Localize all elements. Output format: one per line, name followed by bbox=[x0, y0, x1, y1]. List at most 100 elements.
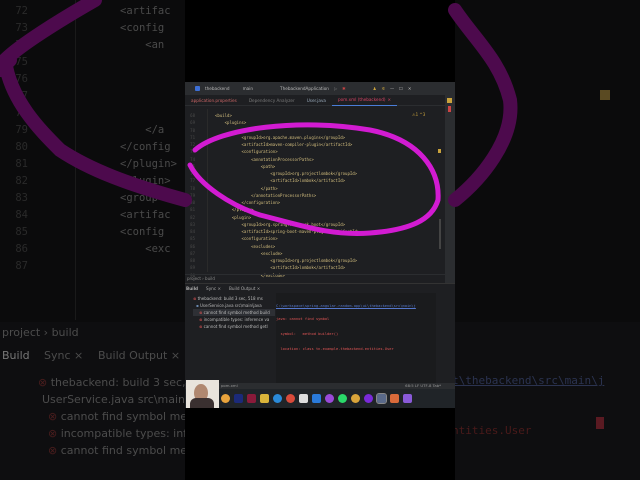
tab-dependency-analyzer[interactable]: Dependency Analyzer bbox=[243, 95, 301, 106]
code-line: 83 <groupId>org.springframework.boot</gr… bbox=[185, 221, 360, 228]
line-number: 82 bbox=[190, 214, 195, 220]
code-text: <groupId>org.projectlombok</groupId> bbox=[215, 171, 358, 176]
build-tree: ⊗ thebackend: build 3 sec, 518 ms ▪ UserS… bbox=[193, 295, 275, 330]
code-text: <groupId>org.apache.maven.plugins</group… bbox=[215, 134, 346, 140]
code-text: </configuration> bbox=[215, 200, 281, 205]
code-text: <configuration> bbox=[215, 236, 278, 242]
taskbar bbox=[185, 389, 455, 408]
branch-selector[interactable]: main bbox=[243, 86, 253, 91]
line-number: 81 bbox=[15, 158, 28, 170]
build-tree-label: incompatible types: inference va bbox=[203, 317, 270, 322]
maven-icon[interactable] bbox=[448, 106, 451, 112]
spotify-icon[interactable] bbox=[338, 394, 347, 403]
intellij-icon[interactable] bbox=[376, 393, 387, 404]
app-icon[interactable] bbox=[403, 394, 412, 403]
app-icon[interactable] bbox=[299, 394, 308, 403]
project-selector[interactable]: thebackend bbox=[205, 86, 230, 91]
code-line: 85 <configuration> bbox=[185, 235, 360, 242]
chrome-icon[interactable] bbox=[221, 394, 230, 403]
code-text: <groupId>org.springframework.boot</group… bbox=[215, 221, 346, 227]
run-icon[interactable]: ▷ bbox=[334, 86, 337, 91]
line-number: 83 bbox=[190, 221, 195, 227]
build-tree-item[interactable]: ⊗ cannot find symbol method getI bbox=[193, 323, 275, 330]
console-line: symbol: method builder() bbox=[276, 332, 339, 336]
settings-icon[interactable]: ✲ bbox=[381, 86, 385, 91]
code-line: 71 <groupId>org.apache.maven.plugins</gr… bbox=[185, 134, 360, 141]
app-icon[interactable] bbox=[390, 394, 399, 403]
title-bar: thebackend main ThebackendApplication ▷ … bbox=[185, 82, 455, 95]
tab-pom-xml[interactable]: pom.xml (thebackend) × bbox=[332, 95, 398, 106]
build-tree-item[interactable]: ▪ UserService.java src\main\java bbox=[193, 302, 275, 309]
close-tab-icon[interactable]: × bbox=[388, 97, 392, 102]
tab-build-output[interactable]: Build Output × bbox=[229, 286, 260, 291]
line-number: 87 bbox=[190, 250, 195, 256]
tab-label: pom.xml (thebackend) bbox=[338, 97, 386, 102]
vscode-icon[interactable] bbox=[312, 394, 321, 403]
code-line: 78 </path> bbox=[185, 185, 360, 192]
code-line: 70 bbox=[185, 127, 360, 134]
code-text: <config bbox=[120, 22, 165, 34]
code-line: 69 <plugins> bbox=[185, 119, 360, 126]
background-tab-build-output: Build Output × bbox=[98, 349, 181, 362]
source-path-link[interactable]: C:\workspace\spring-angular-random-app\u… bbox=[276, 304, 436, 308]
notification-icon[interactable] bbox=[447, 98, 452, 103]
build-tree-label: thebackend: build 3 sec, 518 ms bbox=[197, 296, 263, 301]
code-text: <plugin> bbox=[215, 214, 252, 220]
maximize-button[interactable]: ☐ bbox=[399, 86, 403, 91]
line-number: 76 bbox=[190, 171, 195, 176]
users-icon[interactable]: ♟ bbox=[373, 86, 377, 91]
code-text: </plugin> bbox=[120, 158, 177, 170]
chrome-icon[interactable] bbox=[286, 394, 295, 403]
background-tab-sync: Sync × bbox=[44, 349, 84, 362]
line-number: 73 bbox=[190, 149, 195, 155]
app-icon[interactable] bbox=[364, 394, 373, 403]
code-line: 76 <groupId>org.projectlombok</groupId> bbox=[185, 170, 360, 177]
build-tree-item[interactable]: ⊗ incompatible types: inference va bbox=[193, 316, 275, 323]
inspection-widget[interactable]: ⚠1 ^3 bbox=[412, 112, 425, 117]
tab-build[interactable]: Build bbox=[186, 286, 198, 291]
line-number: 77 bbox=[15, 90, 28, 102]
close-button[interactable]: ✕ bbox=[408, 86, 412, 91]
code-text: <artifactId>maven-compiler-plugin</artif… bbox=[215, 142, 353, 147]
letterbox-top bbox=[185, 0, 455, 82]
console-line: java: cannot find symbol bbox=[276, 317, 330, 321]
line-number: 82 bbox=[15, 175, 28, 187]
code-text: <artifactId>spring-boot-maven-plugin</ar… bbox=[215, 229, 360, 234]
line-number: 83 bbox=[15, 192, 28, 204]
breadcrumb[interactable]: project › build bbox=[185, 274, 445, 282]
background-breadcrumb: project › build bbox=[2, 326, 79, 339]
run-config-selector[interactable]: ThebackendApplication bbox=[280, 86, 329, 91]
scroll-marker bbox=[438, 149, 441, 153]
tab-sync[interactable]: Sync × bbox=[206, 286, 221, 291]
scrollbar[interactable] bbox=[439, 219, 441, 249]
minimize-button[interactable]: — bbox=[390, 86, 394, 91]
chrome-icon[interactable] bbox=[351, 394, 360, 403]
line-number: 70 bbox=[190, 127, 195, 133]
tab-label: application.properties bbox=[191, 97, 237, 103]
code-text: <artifac bbox=[120, 5, 171, 17]
code-text: <groupId>org.projectlombok</groupId> bbox=[215, 258, 358, 263]
code-text: </path> bbox=[215, 185, 278, 191]
edge-icon[interactable] bbox=[273, 394, 282, 403]
tab-user-java[interactable]: User.java bbox=[301, 95, 332, 106]
line-number: 86 bbox=[15, 243, 28, 255]
code-text: <artifactId>lombok</artifactId> bbox=[215, 178, 346, 184]
code-text: <group bbox=[120, 192, 158, 204]
code-text: <artifac bbox=[120, 209, 171, 221]
premiere-icon[interactable] bbox=[234, 394, 243, 403]
code-line: 87 <exclude> bbox=[185, 250, 360, 257]
build-tabs: Build Sync × Build Output × bbox=[185, 283, 455, 292]
build-tree-item[interactable]: ⊗ cannot find symbol method build bbox=[193, 309, 275, 316]
app-icon[interactable] bbox=[325, 394, 334, 403]
code-editor[interactable]: 68 <build> 69 <plugins> 70 71 <groupId>org.a… bbox=[185, 109, 443, 278]
project-icon bbox=[195, 86, 200, 91]
folder-icon[interactable] bbox=[260, 394, 269, 403]
line-number: 77 bbox=[190, 178, 195, 184]
debug-icon[interactable]: ✱ bbox=[342, 86, 346, 91]
editor-tabs: application.properties Dependency Analyz… bbox=[185, 95, 445, 106]
code-lines: 68 <build> 69 <plugins> 70 71 <groupId>org.a… bbox=[185, 112, 360, 279]
build-tree-item[interactable]: ⊗ thebackend: build 3 sec, 518 ms bbox=[193, 295, 275, 302]
tab-application-properties[interactable]: application.properties bbox=[185, 95, 243, 106]
app-icon[interactable] bbox=[247, 394, 256, 403]
